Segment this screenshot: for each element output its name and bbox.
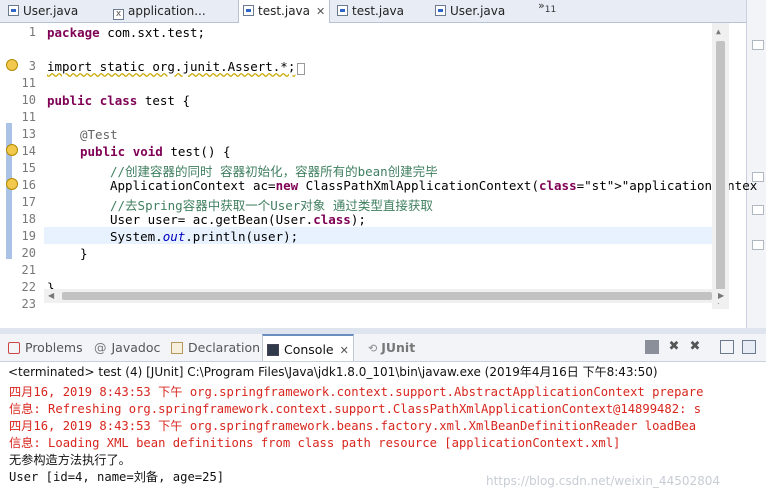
- line-number: 14: [21, 144, 36, 158]
- editor-vertical-scrollbar[interactable]: ▲ ▼: [712, 23, 729, 309]
- tab-label: JUnit: [381, 340, 416, 355]
- line-number: 13: [21, 127, 36, 141]
- tab-label: Declaration: [188, 340, 261, 355]
- tab-problems[interactable]: Problems: [8, 334, 83, 361]
- minimized-view-icon[interactable]: [752, 205, 764, 215]
- minimized-view-icon[interactable]: [752, 40, 764, 50]
- xml-file-icon: x: [113, 9, 124, 20]
- java-file-icon: [435, 5, 446, 16]
- line-number: 10: [21, 93, 36, 107]
- code-editor[interactable]: 1 3 11 10 11 12 13 14 15 16 17 18 19 20 …: [0, 23, 757, 311]
- console-line: 信息: Refreshing org.springframework.conte…: [9, 402, 702, 416]
- minimized-view-icon[interactable]: [752, 240, 764, 250]
- console-line: User [id=4, name=刘备, age=25]: [9, 470, 225, 484]
- code-line-get-bean: User user= ac.getBean(User.class);: [110, 212, 366, 227]
- scroll-up-icon[interactable]: ▲: [716, 27, 721, 36]
- console-line: 四月16, 2019 8:43:53 下午 org.springframewor…: [9, 419, 697, 433]
- tab-overflow-button[interactable]: »11: [538, 0, 556, 15]
- scroll-lock-icon[interactable]: [742, 340, 756, 354]
- code-line-method-signature: public void test() {: [80, 144, 231, 159]
- code-line-import: import static org.junit.Assert.*;: [47, 59, 305, 75]
- line-number: 22: [21, 280, 36, 294]
- tab-label: User.java: [23, 4, 79, 18]
- tab-label: Javadoc: [111, 340, 161, 355]
- scrollbar-thumb[interactable]: [62, 292, 712, 300]
- right-side-strip: [746, 0, 766, 335]
- line-number: 11: [21, 76, 36, 90]
- code-line-class-declaration: public class test {: [47, 93, 191, 108]
- tab-label: test.java: [258, 4, 311, 18]
- line-number-gutter: 1 3 11 10 11 12 13 14 15 16 17 18 19 20 …: [0, 23, 44, 311]
- clear-console-icon[interactable]: [720, 340, 734, 354]
- line-number: 11: [21, 110, 36, 124]
- java-file-icon: [337, 5, 348, 16]
- code-line-package: package com.sxt.test;: [47, 25, 206, 40]
- code-line-println: System.out.println(user);: [110, 229, 299, 244]
- tab-label: Console: [284, 342, 334, 357]
- chevron-icon: »: [538, 0, 545, 12]
- scroll-right-icon[interactable]: ▶: [718, 291, 724, 300]
- code-line-application-context: ApplicationContext ac=new ClassPathXmlAp…: [110, 178, 758, 193]
- line-number: 17: [21, 195, 36, 209]
- problems-icon: [8, 342, 20, 354]
- editor-tab-user-java-2[interactable]: User.java: [435, 0, 525, 22]
- tab-junit[interactable]: ⟲ JUnit: [368, 334, 415, 361]
- scrollbar-thumb[interactable]: [716, 41, 725, 291]
- console-line: 无参构造方法执行了。: [9, 453, 131, 467]
- tab-console-active[interactable]: Console ✕: [262, 334, 354, 361]
- declaration-icon: [171, 342, 183, 354]
- close-icon[interactable]: ✕: [340, 344, 349, 357]
- hidden-tab-count: 11: [544, 5, 557, 16]
- close-icon[interactable]: ✕: [316, 5, 325, 18]
- scroll-left-icon[interactable]: ◀: [48, 291, 54, 300]
- editor-tab-test-java[interactable]: test.java: [337, 0, 427, 22]
- remove-launch-icon[interactable]: ✖: [667, 340, 681, 354]
- editor-tab-test-java-active[interactable]: test.java ✕: [238, 0, 330, 23]
- tab-label: User.java: [450, 4, 506, 18]
- line-number: 20: [21, 246, 36, 260]
- editor-tab-user-java[interactable]: User.java: [8, 0, 108, 22]
- editor-tab-bar: User.java x application... test.java ✕ tes…: [0, 0, 746, 23]
- line-number: 15: [21, 161, 36, 175]
- line-number: 23: [21, 297, 36, 311]
- editor-horizontal-scrollbar[interactable]: ◀ ▶: [44, 289, 729, 303]
- tab-label: application...: [128, 4, 206, 18]
- line-number: 16: [21, 178, 36, 192]
- console-header: <terminated> test (4) [JUnit] C:\Program…: [8, 365, 658, 379]
- console-line: 信息: Loading XML bean definitions from cl…: [9, 436, 621, 450]
- watermark-text: https://blog.csdn.net/weixin_44502804: [486, 474, 721, 488]
- line-number: 3: [28, 59, 36, 73]
- code-line-close-method: }: [80, 246, 88, 261]
- console-icon: [267, 344, 279, 356]
- tab-label: Problems: [25, 340, 83, 355]
- console-line: 四月16, 2019 8:43:53 下午 org.springframewor…: [9, 385, 704, 399]
- java-file-icon: [8, 5, 19, 16]
- editor-tab-application-xml[interactable]: x application...: [113, 0, 225, 22]
- collapsed-block-icon[interactable]: [297, 63, 305, 75]
- junit-icon: ⟲: [368, 342, 378, 355]
- line-number: 19: [21, 229, 36, 243]
- code-line-annotation: @Test: [80, 127, 118, 142]
- java-file-icon: [243, 5, 254, 16]
- at-icon: @: [94, 340, 107, 355]
- line-number: 18: [21, 212, 36, 226]
- terminate-icon[interactable]: [645, 340, 659, 354]
- tab-label: test.java: [352, 4, 405, 18]
- import-statement: import static org.junit.Assert.*;: [47, 59, 296, 74]
- tab-declaration[interactable]: Declaration: [171, 334, 260, 361]
- line-number: 1: [28, 25, 36, 39]
- tab-javadoc[interactable]: @ Javadoc: [94, 334, 160, 361]
- line-number: 21: [21, 263, 36, 277]
- remove-all-icon[interactable]: ✖: [688, 340, 702, 354]
